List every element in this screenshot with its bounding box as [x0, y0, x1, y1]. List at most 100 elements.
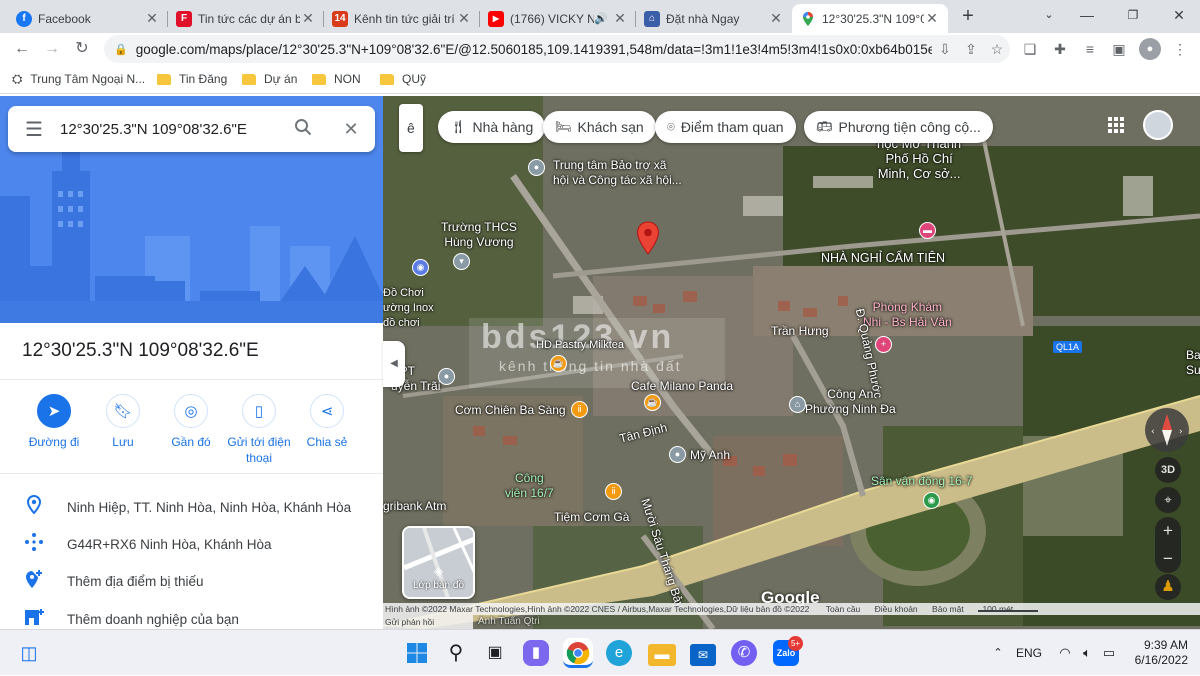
search-icon[interactable]: ⚲ — [441, 638, 471, 668]
privacy-link[interactable]: Bảo mật — [932, 604, 964, 614]
layer-switcher[interactable]: ◈ Lớp bản đồ — [402, 526, 475, 599]
extension-page-icon[interactable]: ❏ — [1020, 39, 1040, 59]
search-icon[interactable] — [279, 118, 327, 141]
cafe-icon[interactable]: ☕ — [644, 394, 661, 411]
save-button[interactable]: 🔖︎ Lưu — [88, 394, 158, 450]
back-icon[interactable]: ← — [10, 37, 34, 61]
clinic-icon[interactable]: + — [875, 336, 892, 353]
address-bar[interactable]: 🔒 google.com/maps/place/12°30'25.3"N+109… — [104, 35, 1010, 63]
poi-icon[interactable]: ● — [669, 446, 686, 463]
install-icon[interactable]: ⇩ — [932, 41, 958, 58]
satellite-map[interactable]: bds123.vn kênh thông tin nhà đất Trung t… — [383, 96, 1200, 629]
stadium-icon[interactable]: ◉ — [923, 492, 940, 509]
mail-icon[interactable]: ✉ — [690, 644, 716, 666]
map-label[interactable]: gribank Atm — [383, 499, 446, 514]
chip-restaurants[interactable]: 🍴︎ Nhà hàng — [438, 111, 546, 143]
add-business-row[interactable]: Thêm doanh nghiệp của bạn — [0, 601, 383, 629]
location-marker[interactable] — [636, 221, 660, 258]
3d-button[interactable]: 3D — [1155, 457, 1181, 483]
viber-icon[interactable]: ✆ — [731, 640, 757, 666]
battery-icon[interactable]: ▭ — [1098, 630, 1120, 676]
map-label[interactable]: Trường THCS Hùng Vương — [441, 220, 517, 250]
poi-icon[interactable]: ● — [438, 368, 455, 385]
directions-button[interactable]: ➤ Đường đi — [19, 394, 89, 450]
minimize-button[interactable]: — — [1064, 0, 1110, 30]
restaurant-icon[interactable]: ⅱ — [571, 401, 588, 418]
shop-icon[interactable]: ◉ — [412, 259, 429, 276]
send-to-phone-button[interactable]: ▯ Gửi tới điện thoại — [224, 394, 294, 466]
close-icon[interactable]: ✕ — [768, 10, 784, 27]
new-tab-button[interactable]: + — [956, 4, 980, 28]
terms-link[interactable]: Điều khoản — [875, 604, 918, 614]
collapse-panel-button[interactable]: ◀ — [383, 341, 405, 387]
show-hidden-icons[interactable]: ⌃ — [988, 630, 1008, 676]
close-icon[interactable]: ✕ — [612, 10, 628, 27]
restore-button[interactable]: ❐ — [1110, 0, 1156, 30]
map-label[interactable]: Sân vận động 16-7 — [871, 474, 972, 489]
map-label[interactable]: Tiệm Cơm Gà — [554, 510, 629, 525]
chip-hotels[interactable]: 🛏︎ Khách sạn — [543, 111, 656, 143]
address-row[interactable]: Ninh Hiệp, TT. Ninh Hòa, Ninh Hòa, Khánh… — [0, 489, 383, 525]
reading-list-icon[interactable]: ≡ — [1080, 39, 1100, 59]
start-button[interactable] — [402, 638, 432, 668]
map-label[interactable]: Phòng Khám Nhi - Bs Hải Vân — [863, 300, 952, 330]
send-feedback-link[interactable]: Gửi phản hồi — [383, 615, 473, 629]
chip-attractions[interactable]: ⌾ Điểm tham quan — [655, 111, 796, 143]
map-label[interactable]: NHÀ NGHỈ CẨM TIÊN — [821, 251, 945, 266]
close-icon[interactable]: ✕ — [456, 10, 472, 27]
my-location-icon[interactable]: ⌖ — [1155, 487, 1181, 513]
pegman-icon[interactable]: ♟ — [1155, 574, 1181, 600]
zoom-out-icon[interactable]: − — [1155, 545, 1181, 573]
edge-icon[interactable]: e — [606, 640, 632, 666]
tab-tin-tuc[interactable]: F Tin tức các dự án bất ✕ — [168, 4, 324, 33]
tab-google-maps[interactable]: 12°30'25.3"N 109°0 ✕ — [792, 4, 948, 33]
zoom-in-icon[interactable]: + — [1155, 517, 1181, 545]
hotel-icon[interactable]: ▬ — [919, 222, 936, 239]
tab-youtube[interactable]: ▶ (1766) VICKY N 🔊 ✕ — [480, 4, 636, 33]
map-label[interactable]: Cơm Chiên Ba Sàng — [455, 403, 566, 418]
speaker-icon[interactable]: 🔊 — [594, 12, 608, 25]
clear-search-icon[interactable]: ✕ — [327, 119, 375, 140]
poi-icon[interactable]: ▾ — [453, 253, 470, 270]
map-label[interactable]: HD Pastry Milktea — [536, 338, 624, 353]
map-label[interactable]: Mỹ Anh — [690, 448, 730, 463]
chip-transit[interactable]: 🚌︎ Phương tiện công cộ... — [804, 111, 993, 143]
lock-icon[interactable]: 🔒 — [114, 43, 128, 56]
global-link[interactable]: Toàn cầu — [826, 604, 861, 614]
add-missing-place-row[interactable]: Thêm địa điểm bị thiếu — [0, 563, 383, 599]
google-apps-icon[interactable] — [1107, 116, 1127, 136]
hamburger-menu-icon[interactable]: ☰ — [8, 117, 60, 142]
share-button[interactable]: ⋖ Chia sẻ — [292, 394, 362, 450]
forward-icon[interactable]: → — [40, 37, 64, 61]
restaurant-icon[interactable]: ⅱ — [605, 483, 622, 500]
input-language[interactable]: ENG — [1012, 630, 1046, 676]
bookmark-quy[interactable]: QUỹ — [380, 71, 426, 87]
profile-avatar[interactable]: ● — [1139, 38, 1161, 60]
bookmark-non[interactable]: NON — [312, 71, 361, 87]
star-icon[interactable]: ☆ — [984, 41, 1010, 58]
chip-scroll-left[interactable]: ê — [399, 104, 423, 152]
compass-icon[interactable]: ‹ › — [1145, 408, 1189, 452]
map-label[interactable]: Ban Sư — [1186, 348, 1200, 378]
tab-kenh-tin-tuc[interactable]: 14 Kênh tin tức giải trí ✕ — [324, 4, 480, 33]
close-window-button[interactable]: ✕ — [1156, 0, 1200, 30]
share-page-icon[interactable]: ⇪ — [958, 41, 984, 58]
wifi-icon[interactable]: ◠ — [1054, 630, 1076, 676]
police-icon[interactable]: ⌂ — [789, 396, 806, 413]
map-label[interactable]: Công An Phường Ninh Đa — [805, 387, 896, 417]
search-input[interactable] — [60, 120, 279, 138]
task-view-button-icon[interactable]: ▣ — [480, 638, 510, 668]
account-avatar[interactable] — [1143, 110, 1173, 140]
menu-dots-icon[interactable]: ⋮ — [1170, 39, 1190, 59]
search-box[interactable]: ☰ ✕ — [8, 106, 375, 152]
extensions-icon[interactable]: ✚ — [1050, 39, 1070, 59]
url-text[interactable]: google.com/maps/place/12°30'25.3"N+109°0… — [128, 42, 932, 57]
file-explorer-icon[interactable]: ▬ — [648, 644, 676, 666]
bookmark-du-an[interactable]: Dự án — [242, 71, 297, 87]
close-icon[interactable]: ✕ — [144, 10, 160, 27]
chat-icon[interactable]: ▮ — [523, 640, 549, 666]
map-label[interactable]: Trung tâm Bảo trợ xã hội và Công tác xã … — [553, 158, 682, 188]
map-label[interactable]: Đồ Chơi ường Inox đồ chơi — [383, 286, 434, 331]
close-icon[interactable]: ✕ — [924, 10, 940, 27]
cafe-icon[interactable]: ☕ — [550, 355, 567, 372]
